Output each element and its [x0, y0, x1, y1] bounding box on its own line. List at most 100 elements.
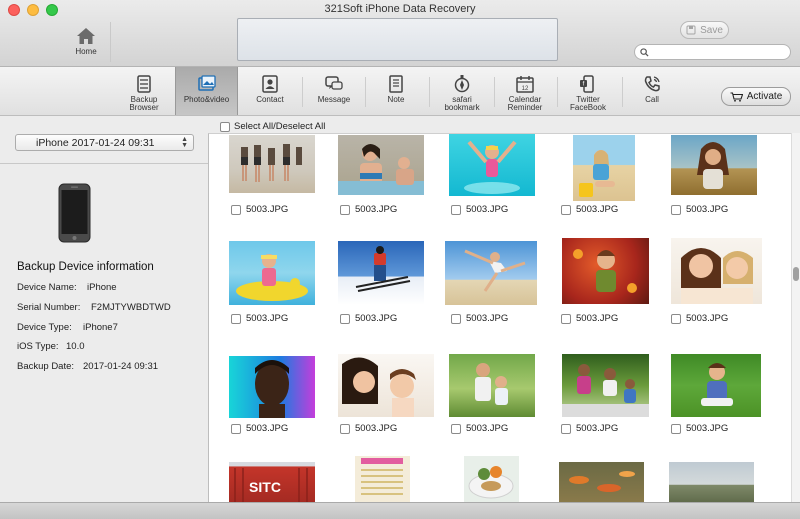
phone-call-icon: [644, 76, 660, 92]
info-row-device-name: Device Name: iPhone: [17, 282, 117, 293]
home-icon: [77, 28, 95, 44]
photo-thumbnail[interactable]: [671, 135, 757, 195]
photo-thumbnail[interactable]: [338, 241, 424, 305]
photo-item: 5003.JPG: [561, 204, 618, 215]
info-label: Device Name:: [17, 282, 77, 293]
tool-note[interactable]: Note: [376, 67, 416, 115]
tool-twitter-facebook[interactable]: f Twitter FaceBook: [564, 67, 612, 115]
photo-checkbox[interactable]: [671, 313, 681, 324]
photo-thumbnail[interactable]: [559, 462, 644, 502]
search-box[interactable]: [634, 44, 791, 60]
photo-filename: 5003.JPG: [246, 423, 289, 434]
iphone-device-icon: [58, 183, 91, 243]
photo-checkbox[interactable]: [561, 313, 571, 324]
photo-thumbnail[interactable]: [562, 354, 649, 417]
photo-filename: 5003.JPG: [466, 423, 509, 434]
info-row-serial-number: Serial Number: F2MJTYWBDTWD: [17, 302, 171, 313]
photo-item: 5003.JPG: [451, 204, 508, 215]
divider: [302, 77, 303, 107]
photo-thumbnail[interactable]: [338, 354, 434, 417]
backup-device-select[interactable]: iPhone 2017-01-24 09:31 ▲ ▼: [15, 134, 194, 151]
photo-checkbox[interactable]: [561, 423, 571, 434]
photo-item: 5003.JPG: [561, 313, 618, 324]
photo-thumbnail[interactable]: [229, 135, 315, 193]
photo-item: 5003.JPG: [340, 204, 397, 215]
photo-thumbnail[interactable]: [449, 134, 535, 196]
calendar-icon: 12: [516, 76, 534, 93]
info-label: Device Type:: [17, 322, 72, 333]
photo-checkbox[interactable]: [231, 423, 241, 434]
select-all-row: Select All/Deselect All: [220, 121, 325, 132]
photo-checkbox[interactable]: [451, 313, 461, 324]
photo-thumbnail[interactable]: [671, 354, 761, 417]
database-icon: [137, 75, 151, 93]
info-value: 10.0: [66, 341, 85, 352]
photo-filename: 5003.JPG: [466, 204, 509, 215]
search-input[interactable]: [652, 46, 782, 58]
tool-label: Call: [645, 95, 659, 104]
photo-checkbox[interactable]: [340, 204, 350, 215]
photo-checkbox[interactable]: [340, 423, 350, 434]
search-icon: [640, 47, 649, 57]
photo-item: 5003.JPG: [451, 423, 508, 434]
photo-checkbox[interactable]: [231, 204, 241, 215]
photo-checkbox[interactable]: [671, 423, 681, 434]
save-icon: [686, 25, 696, 35]
photo-thumbnail[interactable]: [671, 238, 762, 304]
tool-contact[interactable]: Contact: [248, 67, 292, 115]
photo-thumbnail[interactable]: [464, 456, 519, 502]
photo-thumbnail[interactable]: [562, 238, 649, 304]
tool-label: bookmark: [444, 103, 480, 112]
photo-item: 5003.JPG: [231, 423, 288, 434]
photo-thumbnail[interactable]: [449, 354, 535, 417]
photo-thumbnail[interactable]: SITC: [229, 462, 315, 502]
divider: [494, 77, 495, 107]
photo-thumbnail[interactable]: [229, 241, 315, 305]
info-row-device-type: Device Type: iPhone7: [17, 322, 118, 333]
photo-checkbox[interactable]: [231, 313, 241, 324]
photo-checkbox[interactable]: [671, 204, 681, 215]
tool-backup-browser[interactable]: Backup Browser: [118, 67, 170, 115]
photo-grid: 5003.JPG 5003.JPG 5003.JPG 5003.JPG 5003…: [208, 133, 791, 502]
title-bar: 321Soft iPhone Data Recovery Home Save: [0, 0, 800, 67]
tool-calendar-reminder[interactable]: 12 Calendar Reminder: [500, 67, 550, 115]
photo-item: 5003.JPG: [671, 313, 728, 324]
device-panel: [0, 116, 208, 519]
divider: [0, 163, 208, 164]
photo-thumbnail[interactable]: [573, 135, 635, 201]
photo-item: 5003.JPG: [231, 313, 288, 324]
photo-checkbox[interactable]: [340, 313, 350, 324]
tool-photo-video[interactable]: Photo&video: [175, 67, 238, 115]
select-all-checkbox[interactable]: [220, 121, 230, 132]
scrollbar-thumb[interactable]: [793, 267, 799, 281]
photo-thumbnail[interactable]: [338, 135, 424, 195]
photo-checkbox[interactable]: [451, 423, 461, 434]
photo-filename: 5003.JPG: [355, 313, 398, 324]
save-button[interactable]: Save: [680, 21, 729, 39]
tool-safari-bookmark[interactable]: safari bookmark: [438, 67, 486, 115]
svg-text:12: 12: [522, 86, 529, 92]
contact-card-icon: [262, 75, 278, 93]
photo-item: 5003.JPG: [451, 313, 508, 324]
photo-filename: 5003.JPG: [576, 313, 619, 324]
photo-filename: 5003.JPG: [576, 204, 619, 215]
tool-label: Browser: [129, 103, 159, 112]
activate-button[interactable]: Activate: [721, 87, 791, 106]
photo-item: 5003.JPG: [671, 423, 728, 434]
photo-thumbnail[interactable]: [669, 462, 754, 502]
home-button[interactable]: Home: [66, 26, 106, 62]
tool-call[interactable]: Call: [632, 67, 672, 115]
photo-thumbnail[interactable]: [229, 356, 315, 418]
photo-filename: 5003.JPG: [355, 204, 398, 215]
photo-item: 5003.JPG: [231, 204, 288, 215]
photo-checkbox[interactable]: [561, 204, 571, 215]
divider: [365, 77, 366, 107]
safari-bookmark-icon: [454, 75, 470, 93]
photo-thumbnail[interactable]: [355, 456, 410, 502]
photo-checkbox[interactable]: [451, 204, 461, 215]
tool-message[interactable]: Message: [312, 67, 356, 115]
photo-thumbnail[interactable]: [445, 241, 537, 305]
info-value: iPhone7: [83, 322, 118, 333]
photo-grid-scrollbar[interactable]: [791, 133, 800, 502]
photo-filename: 5003.JPG: [686, 204, 729, 215]
